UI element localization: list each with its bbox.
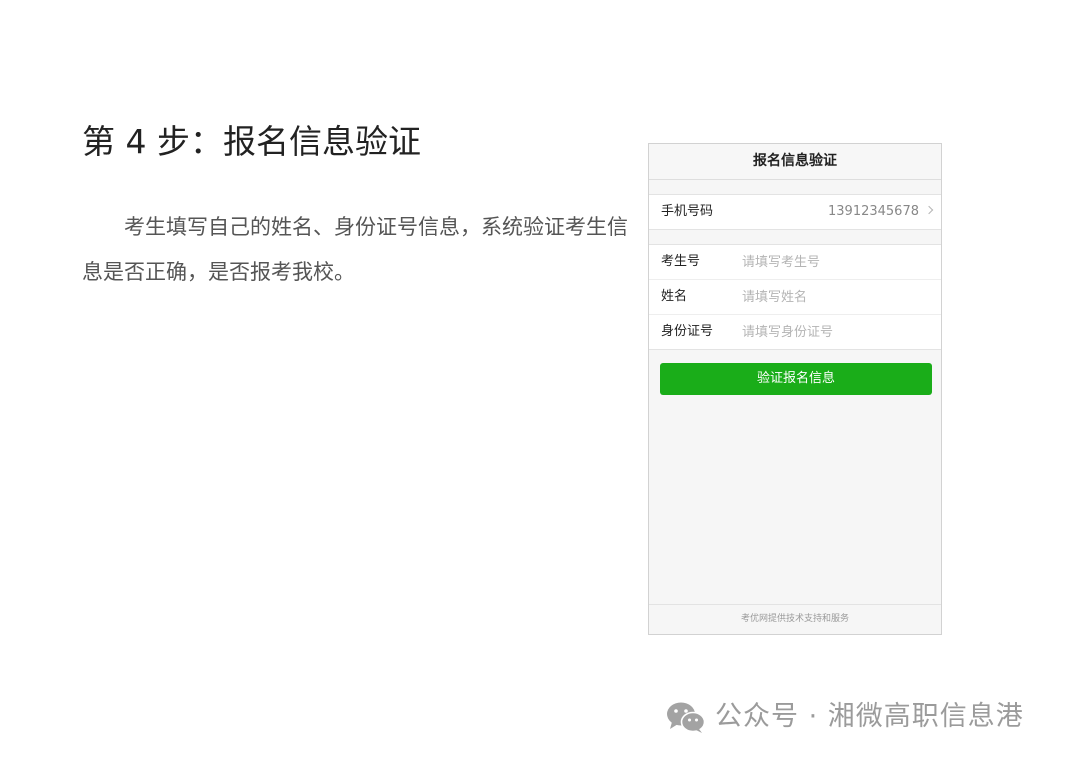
id-number-input[interactable] bbox=[742, 323, 922, 341]
exam-number-row: 考生号 bbox=[649, 245, 941, 279]
phone-screen: 报名信息验证 手机号码 13912345678 考生号 姓名 身份证号 验证报名… bbox=[648, 143, 942, 635]
page-title: 报名信息验证 bbox=[649, 144, 941, 180]
footer-credit: 考优网提供技术支持和服务 bbox=[649, 604, 941, 634]
phone-number-value: 13912345678 bbox=[828, 204, 919, 219]
registration-form: 考生号 姓名 身份证号 bbox=[649, 244, 941, 350]
exam-number-label: 考生号 bbox=[661, 254, 701, 269]
name-input[interactable] bbox=[742, 288, 922, 306]
verify-registration-button[interactable]: 验证报名信息 bbox=[660, 363, 932, 395]
exam-number-input[interactable] bbox=[742, 253, 922, 271]
step-title: 第 4 步：报名信息验证 bbox=[82, 122, 421, 161]
id-number-row: 身份证号 bbox=[649, 314, 941, 349]
name-label: 姓名 bbox=[661, 289, 688, 304]
phone-number-section: 手机号码 13912345678 bbox=[649, 194, 941, 230]
wechat-icon bbox=[667, 702, 706, 733]
watermark-text: 公众号 · 湘微高职信息港 bbox=[715, 701, 1024, 732]
name-row: 姓名 bbox=[649, 279, 941, 314]
phone-number-label: 手机号码 bbox=[661, 204, 714, 219]
chevron-right-icon bbox=[924, 205, 934, 215]
phone-number-row[interactable]: 手机号码 13912345678 bbox=[649, 195, 941, 229]
id-number-label: 身份证号 bbox=[661, 324, 714, 339]
step-description: 考生填写自己的姓名、身份证号信息，系统验证考生信息是否正确，是否报考我校。 bbox=[82, 215, 628, 284]
